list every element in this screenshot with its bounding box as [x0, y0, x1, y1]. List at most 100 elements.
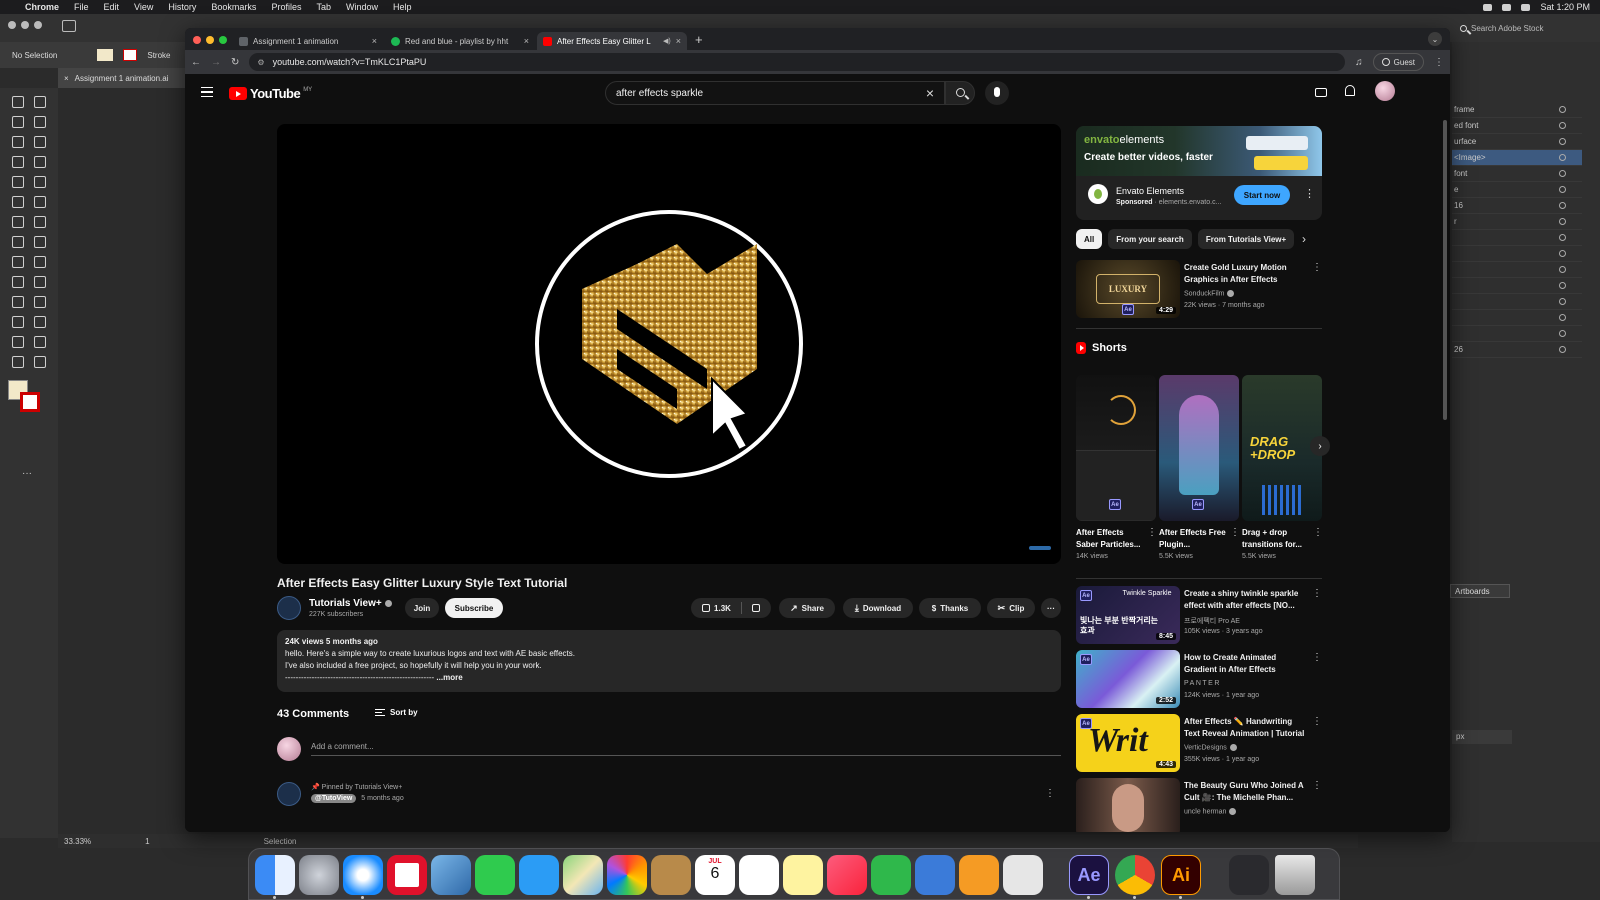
audio-playing-icon[interactable]: ◀) [663, 37, 671, 45]
maps-icon[interactable] [563, 855, 603, 895]
search-input[interactable]: after effects sparkle × [605, 81, 945, 105]
illustrator-app-icon[interactable]: Ai [1161, 855, 1201, 895]
video-description[interactable]: 24K views 5 months ago hello. Here's a s… [277, 630, 1061, 692]
numbers-icon[interactable] [871, 855, 911, 895]
safari-icon[interactable] [343, 855, 383, 895]
ad-start-now-button[interactable]: Start now [1234, 185, 1290, 205]
unit-field[interactable]: px [1452, 730, 1512, 744]
eyedropper-icon[interactable] [12, 296, 24, 308]
chip-from-your-search[interactable]: From your search [1108, 229, 1192, 249]
illustrator-doc-tab[interactable]: × Assignment 1 animation.ai [58, 68, 188, 88]
lasso-icon[interactable] [34, 116, 46, 128]
gradient-tool-icon[interactable] [34, 276, 46, 288]
adobe-stock-search[interactable]: Search Adobe Stock [1452, 18, 1600, 38]
shaper-tool-icon[interactable] [12, 196, 24, 208]
eraser-icon[interactable] [34, 196, 46, 208]
shorts-next-arrow-icon[interactable]: › [1310, 436, 1330, 456]
search-button[interactable] [945, 81, 975, 105]
channel-avatar[interactable] [277, 596, 301, 620]
layer-row[interactable]: frame [1452, 102, 1582, 118]
menu-profiles[interactable]: Profiles [271, 2, 301, 12]
ad-menu-icon[interactable]: ⋮ [1304, 187, 1315, 200]
video-menu-icon[interactable]: ⋮ [1312, 262, 1322, 273]
short-thumbnail[interactable]: Ae [1159, 375, 1239, 521]
artboards-button[interactable]: Artboards [1450, 584, 1510, 598]
layer-row[interactable]: e [1452, 182, 1582, 198]
comment-menu-icon[interactable]: ⋮ [1045, 788, 1055, 799]
calendar-icon[interactable]: JUL 6 [695, 855, 735, 895]
comment-author-handle[interactable]: @TutoView [311, 794, 357, 803]
menu-tab[interactable]: Tab [316, 2, 331, 12]
layer-row[interactable]: font [1452, 166, 1582, 182]
channel-name[interactable]: Tutorials View+ [309, 598, 392, 609]
short-title[interactable]: After Effects Free Plugin... [1159, 527, 1231, 551]
reminders-icon[interactable] [739, 855, 779, 895]
opera-icon[interactable] [387, 855, 427, 895]
menu-file[interactable]: File [74, 2, 89, 12]
sort-comments-button[interactable]: Sort by [375, 708, 418, 717]
profile-button[interactable]: Guest [1372, 53, 1424, 71]
page-scrollbar[interactable] [1443, 120, 1447, 420]
minimize-window-icon[interactable] [206, 36, 214, 44]
recommended-video[interactable]: Ae Writ 4:43 After Effects ✏️ Handwritin… [1076, 714, 1322, 774]
stroke-label[interactable]: Stroke [147, 51, 170, 60]
symbol-sprayer-icon[interactable] [12, 316, 24, 328]
home-icon[interactable] [62, 20, 76, 32]
layer-row[interactable]: 26 [1452, 342, 1582, 358]
layer-row[interactable] [1452, 310, 1582, 326]
illustrator-traffic-lights[interactable] [8, 21, 42, 29]
selection-tool-icon[interactable] [12, 96, 24, 108]
short-title[interactable]: After Effects Saber Particles... [1076, 527, 1148, 551]
video-thumbnail[interactable]: LUXURY Ae 4:29 [1076, 260, 1180, 318]
layer-row[interactable]: urface [1452, 134, 1582, 150]
blend-tool-icon[interactable] [34, 296, 46, 308]
subscribe-button[interactable]: Subscribe [445, 598, 503, 618]
new-tab-icon[interactable]: + [695, 32, 703, 47]
close-tab-icon[interactable]: × [676, 36, 681, 46]
layer-row[interactable] [1452, 246, 1582, 262]
short-thumbnail[interactable]: Ae [1076, 375, 1156, 521]
recommended-video[interactable]: Ae 2:52 How to Create Animated Gradient … [1076, 650, 1322, 710]
downloads-folder-icon[interactable] [1229, 855, 1269, 895]
type-tool-icon[interactable] [12, 156, 24, 168]
forward-icon[interactable]: → [211, 57, 221, 68]
video-thumbnail[interactable]: Ae Writ 4:43 [1076, 714, 1180, 772]
stroke-color-icon[interactable] [20, 392, 40, 412]
hamburger-menu-icon[interactable] [201, 87, 213, 97]
reload-icon[interactable]: ↻ [231, 57, 239, 68]
layer-row[interactable]: 16 [1452, 198, 1582, 214]
menu-help[interactable]: Help [393, 2, 412, 12]
layer-row[interactable]: r [1452, 214, 1582, 230]
layer-row-selected[interactable]: <Image> [1452, 150, 1582, 166]
layer-row[interactable] [1452, 326, 1582, 342]
add-comment-input[interactable]: Add a comment... [311, 742, 1061, 756]
channel-watermark[interactable] [1029, 546, 1051, 550]
account-avatar[interactable] [1375, 81, 1395, 101]
more-tools-icon[interactable]: ··· [22, 468, 32, 479]
short-menu-icon[interactable]: ⋮ [1147, 527, 1157, 538]
sponsored-ad-card[interactable]: envatoelements Create better videos, fas… [1076, 126, 1322, 220]
video-player[interactable] [277, 124, 1061, 564]
close-window-icon[interactable] [193, 36, 201, 44]
layer-row[interactable] [1452, 294, 1582, 310]
after-effects-app-icon[interactable]: Ae [1069, 855, 1109, 895]
layer-row[interactable] [1452, 278, 1582, 294]
video-menu-icon[interactable]: ⋮ [1312, 780, 1322, 791]
zoom-tool-icon[interactable] [34, 356, 46, 368]
menu-view[interactable]: View [134, 2, 153, 12]
stroke-swatch[interactable] [123, 49, 138, 61]
menu-app-name[interactable]: Chrome [25, 2, 59, 12]
free-transform-icon[interactable] [34, 236, 46, 248]
photos-icon[interactable] [607, 855, 647, 895]
width-tool-icon[interactable] [12, 236, 24, 248]
finder-icon[interactable] [255, 855, 295, 895]
scale-tool-icon[interactable] [34, 216, 46, 228]
notes-brown-icon[interactable] [651, 855, 691, 895]
browser-tab-active[interactable]: After Effects Easy Glitter L ◀) × [537, 32, 687, 50]
hand-tool-icon[interactable] [12, 356, 24, 368]
rotate-tool-icon[interactable] [12, 216, 24, 228]
ad-banner-image[interactable]: envatoelements Create better videos, fas… [1076, 126, 1322, 176]
video-menu-icon[interactable]: ⋮ [1312, 716, 1322, 727]
zoom-level[interactable]: 33.33% [64, 837, 91, 846]
rectangle-tool-icon[interactable] [12, 176, 24, 188]
